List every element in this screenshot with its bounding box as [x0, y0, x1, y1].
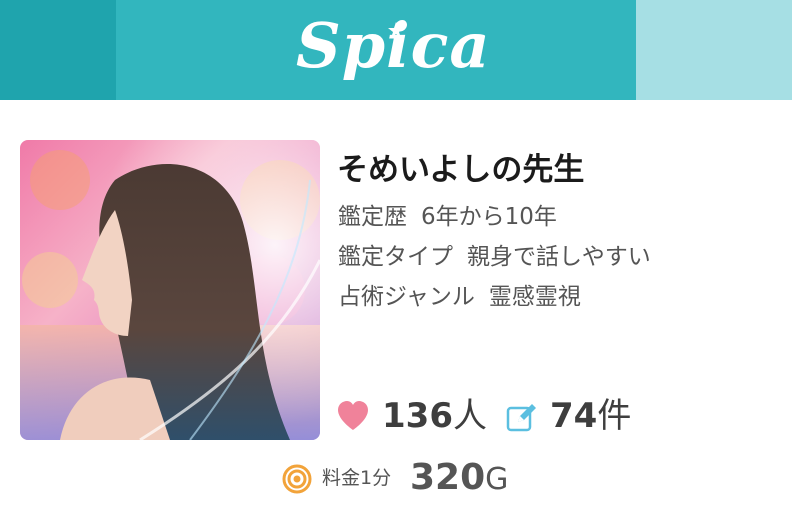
spica-logo[interactable]: Spica	[296, 6, 496, 86]
pencil-icon[interactable]	[506, 402, 538, 432]
reviews-count: 74件	[550, 396, 632, 436]
coin-icon	[282, 464, 312, 494]
profile-photo[interactable]	[20, 140, 320, 440]
genre-label: 占術ジャンル	[338, 284, 475, 310]
career-row: 鑑定歴 6年から10年	[338, 202, 557, 232]
heart-icon[interactable]	[336, 400, 370, 432]
logo-star-icon	[388, 22, 404, 38]
header-right-block	[636, 0, 792, 100]
price-amount: 320G	[410, 457, 509, 498]
likes-count: 136人	[382, 396, 487, 436]
career-value: 6年から10年	[421, 204, 557, 230]
type-label: 鑑定タイプ	[338, 244, 453, 270]
header-left-block	[0, 0, 116, 100]
portrait-image	[20, 140, 320, 440]
type-row: 鑑定タイプ 親身で話しやすい	[338, 242, 651, 272]
career-label: 鑑定歴	[338, 204, 407, 230]
app-header: Spica	[0, 0, 792, 100]
price-label: 料金1分	[322, 467, 392, 489]
genre-value: 霊感霊視	[488, 284, 581, 310]
genre-row: 占術ジャンル 霊感霊視	[338, 282, 581, 312]
type-value: 親身で話しやすい	[467, 244, 651, 270]
fortune-teller-name[interactable]: そめいよしの先生	[337, 150, 584, 190]
